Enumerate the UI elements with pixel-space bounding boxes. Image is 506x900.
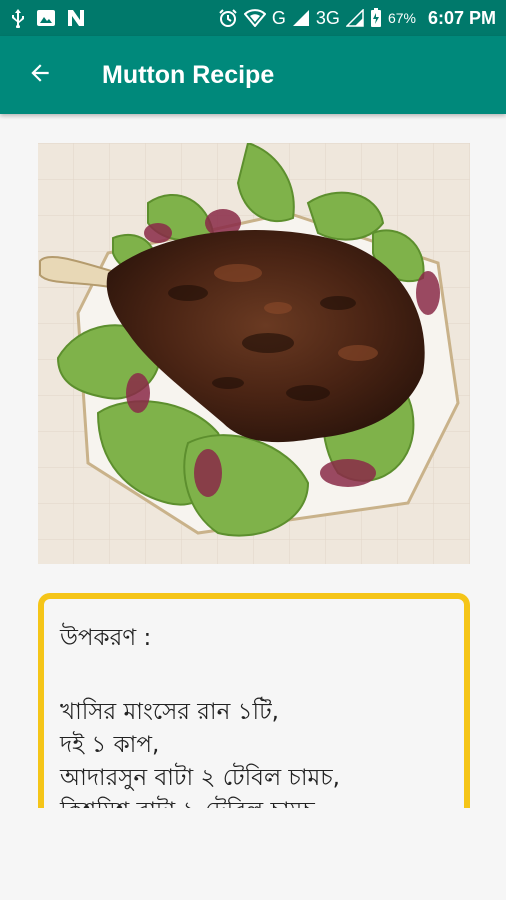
- ingredients-heading: উপকরণ :: [60, 625, 152, 651]
- wifi-icon: [243, 9, 266, 27]
- signal-icon: [292, 9, 310, 27]
- status-right-icons: G 3G 67% 6:07 PM: [218, 8, 496, 29]
- signal-icon-2: [345, 9, 364, 27]
- battery-icon: [370, 8, 382, 28]
- clock-time: 6:07 PM: [427, 7, 496, 28]
- bottom-area: [0, 808, 506, 900]
- page-title: Mutton Recipe: [102, 60, 275, 89]
- alarm-icon: [218, 8, 238, 28]
- ingredient-line: খাসির মাংসের রান ১টি,: [60, 699, 279, 725]
- back-button[interactable]: [12, 47, 68, 103]
- network-type-label: G: [271, 7, 286, 28]
- status-left-icons: [10, 8, 86, 28]
- ingredient-line: আদারসুন বাটা ২ টেবিল চামচ,: [60, 765, 340, 791]
- battery-percent: 67%: [387, 10, 416, 26]
- ingredients-content: উপকরণ : খাসির মাংসের রান ১টি, দই ১ কাপ, …: [44, 599, 464, 828]
- status-bar: G 3G 67% 6:07 PM: [0, 0, 506, 36]
- network-type-label-2: 3G: [315, 7, 340, 28]
- arrow-back-icon: [27, 60, 53, 90]
- recipe-image: [38, 143, 470, 564]
- usb-icon: [10, 8, 26, 28]
- ingredient-line: দই ১ কাপ,: [60, 732, 160, 758]
- n-icon: [66, 8, 86, 28]
- image-icon: [36, 8, 56, 28]
- app-bar: Mutton Recipe: [0, 36, 506, 114]
